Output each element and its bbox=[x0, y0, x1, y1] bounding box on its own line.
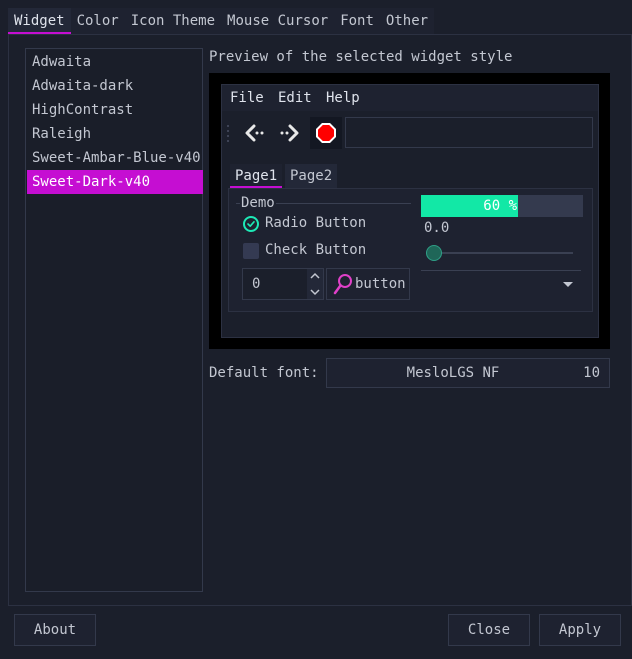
tab-icon-theme[interactable]: Icon Theme bbox=[124, 8, 222, 34]
demo-button-label: button bbox=[355, 276, 406, 292]
tab-color[interactable]: Color bbox=[70, 8, 125, 34]
tab-font[interactable]: Font bbox=[334, 8, 380, 34]
tab-page2[interactable]: Page2 bbox=[285, 164, 338, 188]
toolbar-grip-icon[interactable] bbox=[226, 123, 230, 143]
stop-button[interactable] bbox=[310, 117, 342, 149]
tab-widget[interactable]: Widget bbox=[8, 8, 71, 34]
progress-text: 60 % bbox=[483, 198, 517, 214]
font-name: MesloLGS NF bbox=[406, 365, 500, 381]
forward-icon bbox=[280, 124, 299, 142]
theme-item-sweet-dark[interactable]: Sweet-Dark-v40 bbox=[27, 170, 203, 194]
theme-item-adwaita-dark[interactable]: Adwaita-dark bbox=[27, 74, 203, 98]
theme-item-adwaita[interactable]: Adwaita bbox=[27, 50, 203, 74]
slider-knob[interactable] bbox=[426, 245, 442, 261]
theme-list[interactable]: Adwaita Adwaita-dark HighContrast Raleig… bbox=[25, 48, 203, 592]
back-icon bbox=[245, 124, 264, 142]
tab-other[interactable]: Other bbox=[379, 8, 435, 34]
scale-value: 0.0 bbox=[424, 220, 450, 236]
slider-track[interactable] bbox=[426, 252, 573, 254]
radio-button-label[interactable]: Radio Button bbox=[265, 213, 366, 233]
back-button[interactable] bbox=[239, 118, 269, 148]
stop-icon bbox=[316, 123, 336, 143]
chevron-down-icon[interactable] bbox=[562, 280, 574, 288]
spin-value[interactable]: 0 bbox=[252, 274, 260, 294]
menu-edit[interactable]: Edit bbox=[278, 85, 312, 111]
menu-help[interactable]: Help bbox=[326, 85, 360, 111]
forward-button[interactable] bbox=[275, 118, 305, 148]
tab-page1[interactable]: Page1 bbox=[230, 164, 283, 188]
font-size: 10 bbox=[583, 365, 600, 381]
combo-box[interactable] bbox=[421, 270, 581, 271]
preview-menubar: File Edit Help bbox=[222, 85, 598, 111]
spin-up-icon[interactable] bbox=[307, 269, 323, 284]
spin-down-icon[interactable] bbox=[307, 284, 323, 299]
theme-item-highcontrast[interactable]: HighContrast bbox=[27, 98, 203, 122]
check-button[interactable] bbox=[243, 243, 259, 259]
check-mark-icon bbox=[247, 221, 255, 227]
demo-frame-label: Demo bbox=[240, 194, 276, 212]
tab-mouse-cursor[interactable]: Mouse Cursor bbox=[221, 8, 335, 34]
main-tabbar: Widget Color Icon Theme Mouse Cursor Fon… bbox=[8, 8, 435, 34]
radio-button[interactable] bbox=[243, 216, 259, 232]
theme-item-sweet-ambar-blue[interactable]: Sweet-Ambar-Blue-v40 bbox=[27, 146, 203, 170]
theme-item-raleigh[interactable]: Raleigh bbox=[27, 122, 203, 146]
demo-button[interactable]: button bbox=[326, 268, 410, 300]
about-button[interactable]: About bbox=[14, 614, 96, 646]
toolbar-entry[interactable] bbox=[345, 117, 593, 148]
close-button[interactable]: Close bbox=[448, 614, 530, 646]
apply-button[interactable]: Apply bbox=[539, 614, 621, 646]
default-font-label: Default font: bbox=[209, 365, 319, 381]
preview-label: Preview of the selected widget style bbox=[209, 49, 513, 65]
check-button-label[interactable]: Check Button bbox=[265, 240, 366, 260]
menu-file[interactable]: File bbox=[230, 85, 264, 111]
magnifier-icon bbox=[333, 274, 352, 295]
spin-arrows bbox=[307, 269, 323, 299]
